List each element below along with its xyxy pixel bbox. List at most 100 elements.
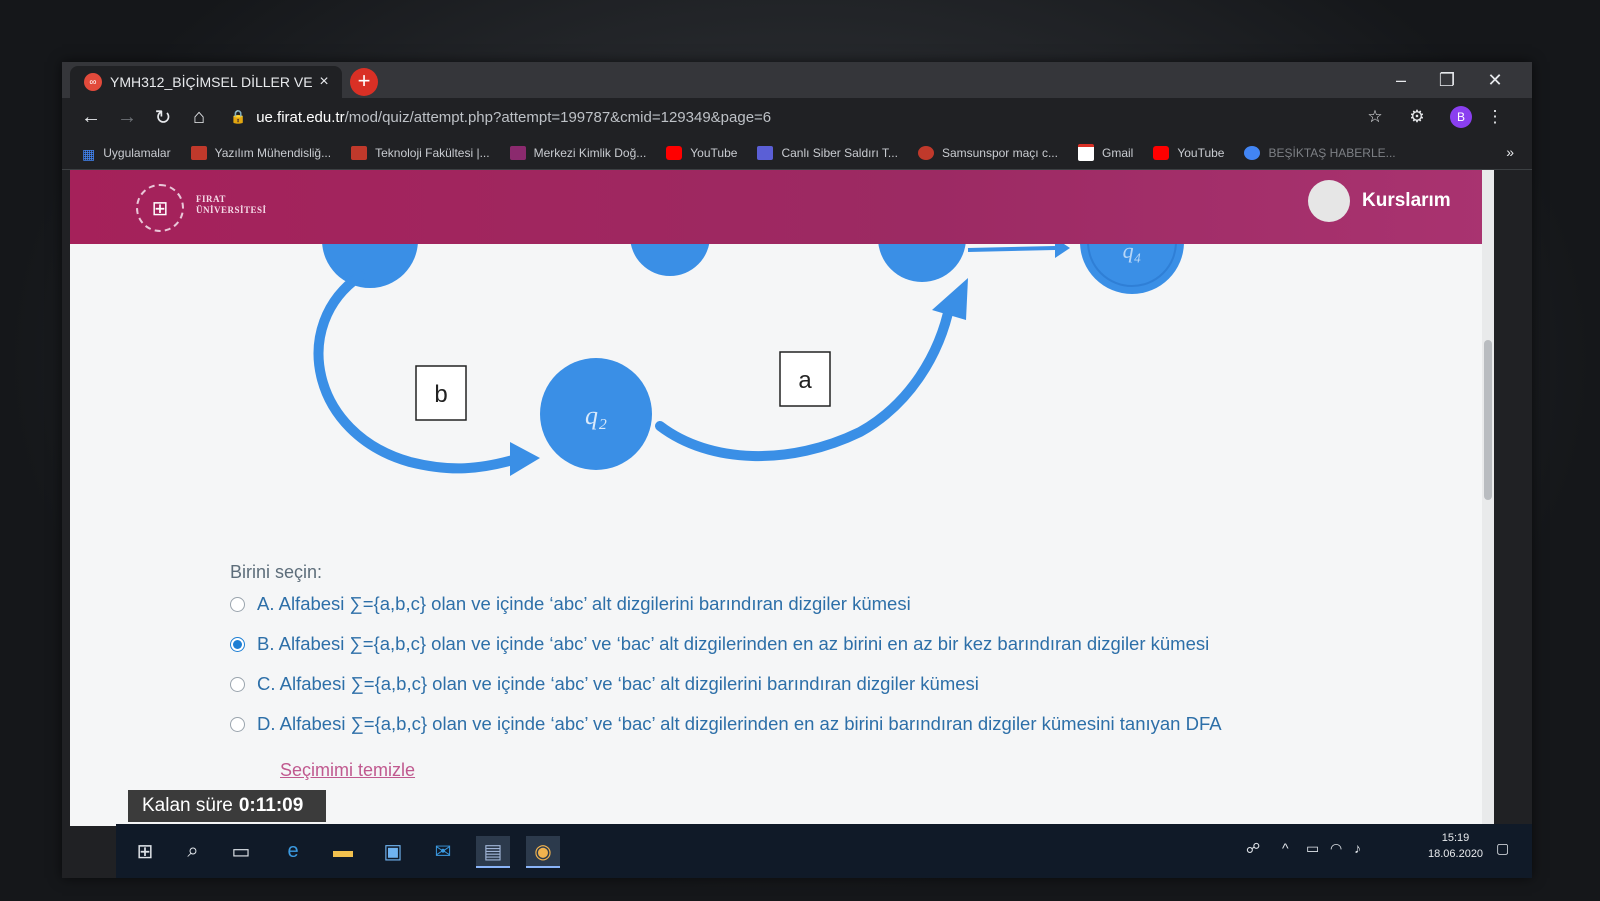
bookmark-item[interactable]: Samsunspor maçı c... [917, 145, 1058, 160]
taskbar-clock[interactable]: 15:19 18.06.2020 [1428, 830, 1483, 862]
profile-button[interactable]: B [1448, 104, 1474, 130]
edge-q3-q4 [967, 246, 1056, 252]
arrowhead-q3-q4 [1055, 244, 1070, 258]
option-b-radio[interactable] [230, 636, 245, 652]
bookmark-favicon-icon [509, 145, 526, 160]
bookmark-star-icon[interactable]: ☆ [1362, 104, 1388, 130]
option-d-radio[interactable] [230, 716, 245, 732]
question-prompt: Birini seçin: [230, 562, 323, 582]
logo-line1: FIRAT [196, 194, 226, 204]
bookmark-item[interactable]: Yazılım Mühendisliğ... [190, 145, 332, 160]
option-d[interactable]: D. Alfabesi ∑={a,b,c} olan ve içinde ‘ab… [230, 713, 1470, 735]
timer-label: Kalan süre [142, 795, 233, 816]
people-icon[interactable]: ☍ [1246, 840, 1260, 857]
address-bar[interactable]: 🔒 ue.firat.edu.tr /mod/quiz/attempt.php?… [230, 102, 1370, 132]
bookmark-favicon-icon [190, 145, 207, 160]
edge-browser-icon[interactable]: e [276, 836, 310, 866]
app-icon[interactable]: ▤ [476, 836, 510, 868]
browser-toolbar: ← → ↻ ⌂ 🔒 ue.firat.edu.tr /mod/quiz/atte… [62, 98, 1532, 136]
bookmark-label: BEŞİKTAŞ HABERLE... [1268, 145, 1396, 160]
url-host: ue.firat.edu.tr [256, 108, 345, 126]
page-content: ⊞ FIRAT ÜNİVERSİTESİ Kurslarım q₄ q₂ b a… [70, 170, 1494, 826]
apps-grid-icon: ▦ [82, 145, 96, 162]
site-header: ⊞ FIRAT ÜNİVERSİTESİ Kurslarım [70, 170, 1494, 244]
university-logo-text: FIRAT ÜNİVERSİTESİ [196, 194, 267, 216]
back-icon[interactable]: ← [78, 104, 104, 130]
question-block: Birini seçin: A. Alfabesi ∑={a,b,c} olan… [230, 562, 1470, 753]
notification-icon[interactable]: ▢ [1496, 840, 1509, 857]
dfa-diagram: q₄ q₂ b a [313, 244, 1184, 476]
tab-close-icon[interactable]: × [314, 73, 334, 91]
bookmark-label: Merkezi Kimlik Doğ... [533, 145, 647, 160]
mail-icon[interactable]: ✉ [426, 836, 460, 866]
file-explorer-icon[interactable]: ▬ [326, 836, 360, 866]
option-a[interactable]: A. Alfabesi ∑={a,b,c} olan ve içinde ‘ab… [230, 593, 1470, 615]
arrowhead-q0-q2 [510, 442, 540, 476]
bookmark-item[interactable]: Canlı Siber Saldırı T... [757, 145, 898, 160]
bookmark-label: Canlı Siber Saldırı T... [781, 145, 898, 160]
university-logo-icon[interactable]: ⊞ [136, 184, 184, 232]
timer-value: 0:11:09 [238, 795, 304, 816]
home-icon[interactable]: ⌂ [186, 104, 212, 130]
bookmarks-bar: ▦ Uygulamalar Yazılım Mühendisliğ... Tekn… [62, 136, 1532, 170]
bookmark-favicon-icon [1244, 145, 1261, 160]
option-a-label[interactable]: A. Alfabesi ∑={a,b,c} olan ve içinde ‘ab… [257, 593, 911, 615]
volume-icon[interactable]: ♪ [1354, 840, 1361, 856]
bookmark-label: Yazılım Mühendisliğ... [214, 145, 332, 160]
bookmark-label: YouTube [690, 145, 738, 160]
battery-icon[interactable]: ▭ [1306, 840, 1319, 857]
bookmark-item[interactable]: YouTube [1153, 145, 1225, 160]
clock-time: 15:19 [1441, 832, 1470, 844]
bookmark-label: YouTube [1177, 145, 1225, 160]
profile-avatar: B [1450, 106, 1472, 128]
option-c[interactable]: C. Alfabesi ∑={a,b,c} olan ve içinde ‘ab… [230, 673, 1470, 695]
store-icon[interactable]: ▣ [376, 836, 410, 866]
reload-icon[interactable]: ↻ [150, 104, 176, 130]
bookmark-label: Gmail [1101, 145, 1134, 160]
edge-label-a: a [798, 367, 812, 394]
bookmark-item[interactable]: BEŞİKTAŞ HABERLE... [1244, 145, 1396, 160]
my-courses-link[interactable]: Kurslarım [1362, 190, 1451, 212]
option-c-radio[interactable] [230, 676, 245, 692]
bookmark-item[interactable]: Merkezi Kimlik Doğ... [509, 145, 647, 160]
forward-icon[interactable]: → [114, 104, 140, 130]
option-c-label[interactable]: C. Alfabesi ∑={a,b,c} olan ve içinde ‘ab… [257, 673, 979, 695]
chrome-icon[interactable]: ◉ [526, 836, 560, 868]
lock-icon: 🔒 [230, 109, 247, 124]
bookmark-label: Teknoloji Fakültesi |... [375, 145, 490, 160]
logo-line2: ÜNİVERSİTESİ [196, 205, 267, 215]
bookmark-label: Uygulamalar [103, 145, 171, 160]
task-view-icon[interactable]: ▭ [224, 836, 258, 866]
page-scrollbar[interactable] [1482, 170, 1494, 826]
tab-quiz[interactable]: ∞ YMH312_BİÇİMSEL DİLLER VE O × [70, 66, 342, 98]
quiz-timer: Kalan süre 0:11:09 [128, 790, 326, 822]
menu-kebab-icon[interactable]: ⋮ [1482, 104, 1508, 130]
windows-start-icon[interactable]: ⊞ [128, 836, 162, 866]
option-a-radio[interactable] [230, 596, 245, 612]
wifi-icon[interactable]: ◠ [1330, 840, 1342, 857]
screen: ∞ YMH312_BİÇİMSEL DİLLER VE O × + – ❐ ✕ … [62, 62, 1532, 878]
scrollbar-thumb[interactable] [1484, 340, 1492, 500]
url-path: /mod/quiz/attempt.php?attempt=199787&cmi… [344, 108, 772, 126]
bookmark-apps[interactable]: ▦ Uygulamalar [82, 145, 171, 162]
option-b[interactable]: B. Alfabesi ∑={a,b,c} olan ve içinde ‘ab… [230, 633, 1470, 655]
bookmarks-overflow-icon[interactable]: » [1506, 144, 1514, 160]
user-avatar[interactable] [1308, 180, 1350, 222]
youtube-icon [1153, 145, 1170, 160]
restore-icon[interactable]: ❐ [1424, 62, 1470, 98]
search-icon[interactable]: ⌕ [176, 836, 210, 866]
tray-chevron-icon[interactable]: ^ [1282, 840, 1289, 856]
minimize-icon[interactable]: – [1378, 62, 1424, 98]
tab-title: YMH312_BİÇİMSEL DİLLER VE O [110, 74, 314, 90]
bookmark-item[interactable]: Teknoloji Fakültesi |... [351, 145, 490, 160]
option-d-label[interactable]: D. Alfabesi ∑={a,b,c} olan ve içinde ‘ab… [257, 713, 1222, 735]
bookmark-item[interactable]: Gmail [1077, 144, 1134, 161]
new-tab-button[interactable]: + [350, 68, 378, 96]
extension-icon[interactable]: ⚙ [1404, 104, 1430, 130]
clear-choice-link[interactable]: Seçimimi temizle [280, 760, 415, 781]
bookmark-item[interactable]: YouTube [666, 145, 738, 160]
state-q1 [630, 244, 710, 276]
option-b-label[interactable]: B. Alfabesi ∑={a,b,c} olan ve içinde ‘ab… [257, 633, 1209, 655]
window-close-icon[interactable]: ✕ [1472, 62, 1518, 98]
state-q3 [878, 244, 966, 282]
